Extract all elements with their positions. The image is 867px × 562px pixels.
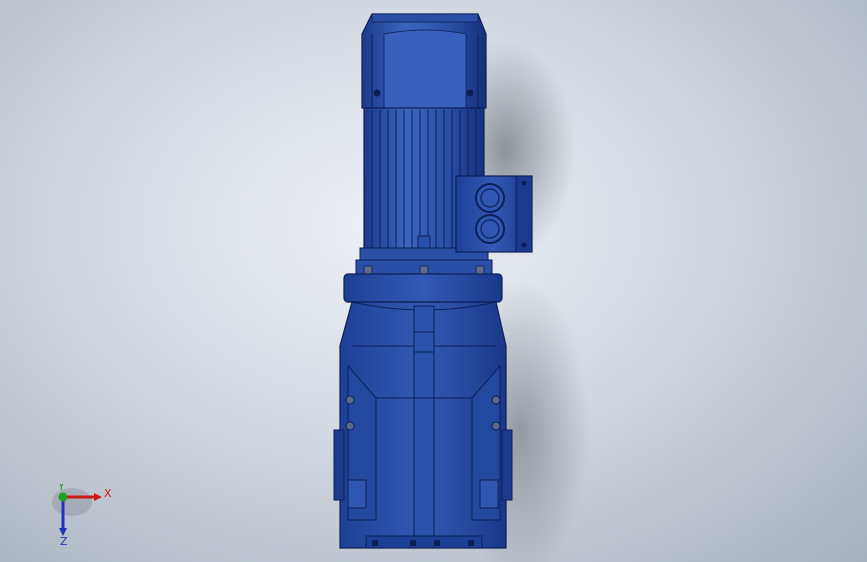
motor-fan-cover[interactable]	[361, 13, 487, 109]
screw-icon	[345, 395, 355, 405]
screw-icon	[521, 180, 527, 186]
screw-icon	[491, 421, 501, 431]
axis-triad: X Y Z	[52, 484, 112, 546]
cable-gland-icon	[475, 214, 505, 244]
screw-icon	[521, 242, 527, 248]
terminal-box[interactable]	[455, 175, 533, 253]
motor-flange[interactable]	[343, 259, 503, 303]
cable-gland-icon	[475, 183, 505, 213]
screw-icon	[466, 89, 474, 97]
gearbox-housing[interactable]	[333, 301, 513, 549]
screw-icon	[345, 421, 355, 431]
screw-icon	[491, 395, 501, 405]
z-axis-label: Z	[60, 535, 68, 546]
x-axis-arrow-icon	[94, 493, 102, 501]
gear-motor-model[interactable]	[0, 0, 867, 562]
y-axis-icon	[58, 492, 68, 502]
x-axis-label: X	[104, 487, 112, 500]
screw-icon	[373, 89, 381, 97]
y-axis-label: Y	[57, 484, 65, 493]
graphics-viewport[interactable]: X Y Z	[0, 0, 867, 562]
